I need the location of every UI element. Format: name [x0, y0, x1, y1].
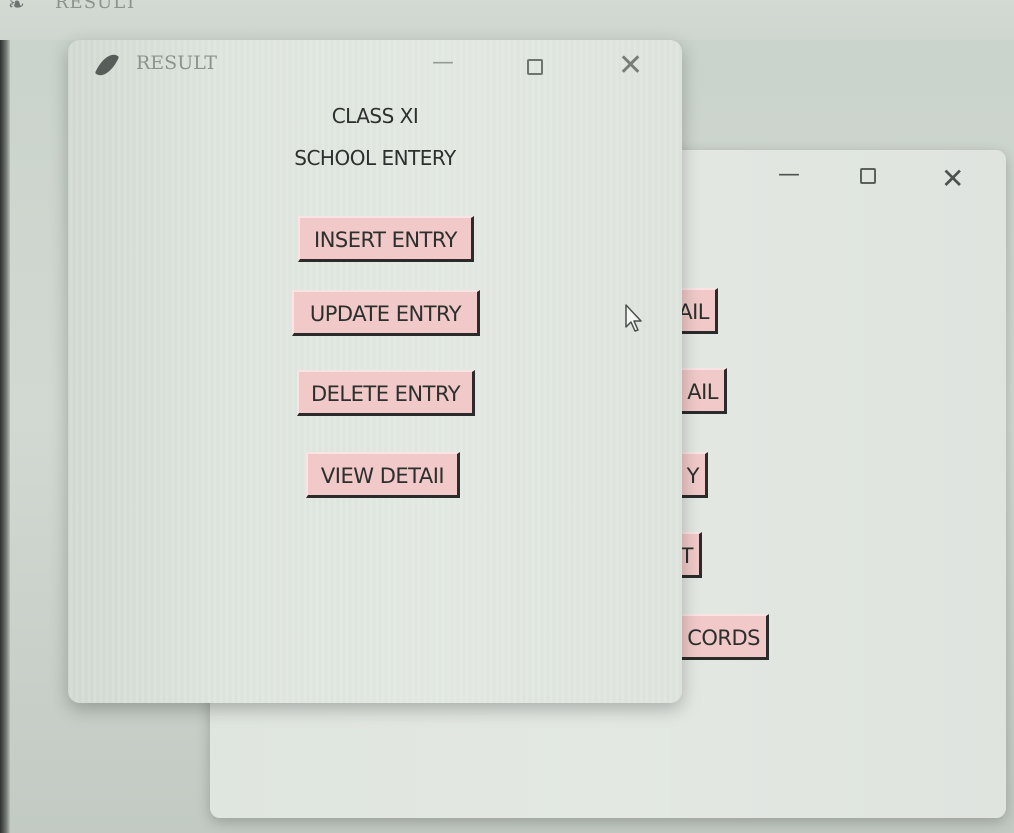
mouse-cursor-icon — [625, 304, 642, 332]
feather-icon: ❧ — [8, 0, 25, 16]
window-controls: — ✕ — [736, 150, 1006, 210]
maximize-icon[interactable] — [860, 168, 876, 184]
minimize-icon[interactable]: — — [778, 162, 800, 187]
close-icon[interactable]: ✕ — [618, 48, 643, 83]
monitor-edge — [0, 0, 10, 833]
close-icon[interactable]: ✕ — [941, 162, 964, 195]
class-heading: CLASS XI — [331, 104, 419, 128]
background-app-title: RESULT — [55, 0, 138, 13]
background-app-titlebar: ❧ RESULT — [0, 0, 1014, 40]
view-detail-button[interactable]: VIEW DETAII — [306, 452, 460, 498]
result-window: RESULT — ✕ CLASS XI SCHOOL ENTERY INSERT… — [68, 40, 682, 703]
minimize-icon[interactable]: — — [432, 50, 454, 75]
window-title: RESULT — [136, 52, 217, 74]
school-entry-heading: SCHOOL ENTERY — [294, 146, 456, 170]
feather-icon — [94, 50, 120, 80]
insert-entry-button[interactable]: INSERT ENTRY — [298, 216, 474, 262]
maximize-icon[interactable] — [527, 59, 543, 75]
update-entry-button[interactable]: UPDATE ENTRY — [292, 290, 480, 336]
delete-entry-button[interactable]: DELETE ENTRY — [297, 370, 475, 416]
